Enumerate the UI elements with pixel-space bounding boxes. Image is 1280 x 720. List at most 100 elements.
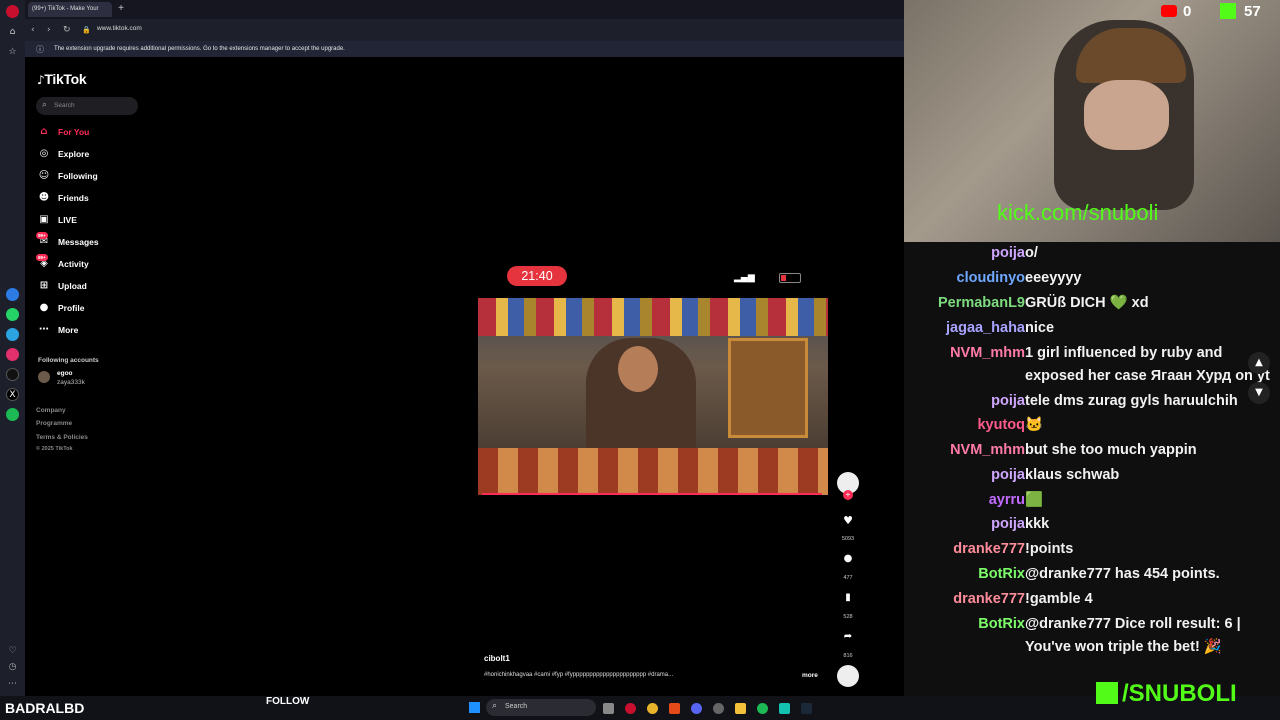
nav-profile[interactable]: ● Profile [36,300,146,316]
nav-for-you[interactable]: ⌂ For You [36,124,146,140]
person-face [618,346,658,392]
live-icon: ▣ [39,214,49,225]
footer-terms[interactable]: Terms & Policies [36,434,88,441]
search-input[interactable]: ⌕ Search [36,97,138,115]
bookmark-icon[interactable]: ▮ [837,592,859,608]
tab-tiktok[interactable]: (99+) TikTok - Make Your [28,2,112,17]
nav-following[interactable]: ☺ Following [36,168,146,184]
address-bar: ‹ › ↻ 🔒 www.tiktok.com [25,19,904,41]
messenger-icon[interactable] [6,288,19,301]
nav-label: LIVE [58,215,77,225]
caption-more-link[interactable]: more [802,672,818,679]
task-view-icon[interactable] [603,703,614,714]
spotify-taskbar-icon[interactable] [757,703,768,714]
chevron-down-icon[interactable]: ▼ [1248,382,1270,404]
chat-text: GRÜß DICH 💚 xd [1025,295,1149,311]
nav-explore[interactable]: ◎ Explore [36,146,146,162]
nav-activity[interactable]: ◈ 99+ Activity [36,254,146,272]
star-icon[interactable]: ☆ [6,46,19,59]
avatar[interactable] [38,371,50,383]
chat-text: tele dms zurag gyls haruulchih [1025,393,1238,409]
comment-icon[interactable]: ● [837,553,859,569]
more-dots-icon[interactable]: ⋯ [6,678,19,691]
nav-label: Activity [58,259,89,269]
music-disc-icon[interactable] [837,665,859,687]
chat-text: nice [1025,320,1055,336]
nav-messages[interactable]: ✉ 99+ Messages [36,232,146,250]
chat-text: !gamble 4 [1025,591,1093,607]
nav-label: Friends [58,193,89,203]
signal-icon: ▂▄▆ [734,273,755,283]
chat-text: but she too much yappin [1025,442,1197,458]
video-author[interactable]: cibolt1 [484,654,510,663]
home-icon: ⌂ [40,126,48,137]
file-explorer-icon[interactable] [735,703,746,714]
notice-text: The extension upgrade requires additiona… [54,46,345,52]
url-field[interactable]: www.tiktok.com [97,25,142,32]
search-icon: ⌕ [42,100,48,110]
video-caption: #honichinkhagvaa #cami #fyp #fyppppppppp… [484,672,674,678]
chat-text: eeeyyyy [1025,270,1082,286]
windows-start-icon[interactable] [469,702,480,713]
chat-user: poija [991,245,1025,261]
chat-user: ayrru [988,492,1025,508]
like-count: 5093 [841,536,855,542]
new-tab-button[interactable]: + [115,3,127,15]
chevron-up-icon[interactable]: ▲ [1248,352,1270,374]
chat-text: @dranke777 Dice roll result: 6 | You've … [1025,616,1241,655]
follow-label: FOLLOW [266,696,310,707]
discord-taskbar-icon[interactable] [691,703,702,714]
following-account-handle[interactable]: zaya333k [57,379,85,386]
brave-taskbar-icon[interactable] [669,703,680,714]
steam-taskbar-icon[interactable] [801,703,812,714]
chat-user: PermabanL9 [937,295,1025,311]
clock-icon[interactable]: ◷ [6,661,19,674]
opera-logo-icon[interactable] [6,5,19,18]
nav-more[interactable]: ⋯ More [36,322,146,338]
nav-upload[interactable]: ⊞ Upload [36,278,146,294]
app-taskbar-icon[interactable] [779,703,790,714]
nav-live[interactable]: ▣ LIVE [36,212,146,228]
nav-friends[interactable]: ☻ Friends [36,190,146,206]
like-icon[interactable]: ♥ [837,514,859,530]
chat-user: dranke777 [953,541,1025,557]
extension-notice-bar: ⓘ The extension upgrade requires additio… [25,41,904,57]
taskbar-search-label: Search [505,703,528,710]
share-icon[interactable]: ➦ [837,631,859,647]
footer-company[interactable]: Company [36,407,66,414]
chat-user: jagaa_haha [946,320,1025,336]
cabinet [728,338,808,438]
chrome-taskbar-icon[interactable] [647,703,658,714]
profile-icon: ● [39,302,49,313]
follow-plus-icon[interactable]: + [843,490,853,500]
footer-programme[interactable]: Programme [36,420,72,427]
tiktok-icon[interactable] [6,368,19,381]
chat-text: klaus schwab [1025,467,1120,483]
chat-text: 🟩 [1025,492,1044,508]
opera-sidebar: ⌂ ☆ X ♡ ◷ ⋯ [0,0,25,696]
x-icon[interactable]: X [6,388,19,401]
spotify-icon[interactable] [6,408,19,421]
chat-user: poija [991,467,1025,483]
compass-icon: ◎ [39,148,49,159]
back-icon[interactable]: ‹ [31,24,35,36]
forward-icon[interactable]: › [47,24,51,36]
heart-icon[interactable]: ♡ [6,645,19,658]
video-progress-bar[interactable] [482,493,822,495]
obs-taskbar-icon[interactable] [713,703,724,714]
reload-icon[interactable]: ↻ [63,24,71,36]
following-account-name[interactable]: egoo [57,370,73,377]
home-icon[interactable]: ⌂ [6,26,19,39]
whatsapp-icon[interactable] [6,308,19,321]
tab-title: (99+) TikTok - Make Your [32,6,99,12]
tab-bar: (99+) TikTok - Make Your + [25,0,904,19]
telegram-icon[interactable] [6,328,19,341]
opera-taskbar-icon[interactable] [625,703,636,714]
carpet [478,448,828,495]
instagram-icon[interactable] [6,348,19,361]
nav-label: Following [58,171,98,181]
video-player[interactable]: 21:40 ▂▄▆ [478,256,828,497]
nav-label: More [58,325,79,335]
tiktok-logo[interactable]: ♪TikTok [37,71,87,87]
taskbar-search[interactable]: ⌕ Search [486,699,596,716]
